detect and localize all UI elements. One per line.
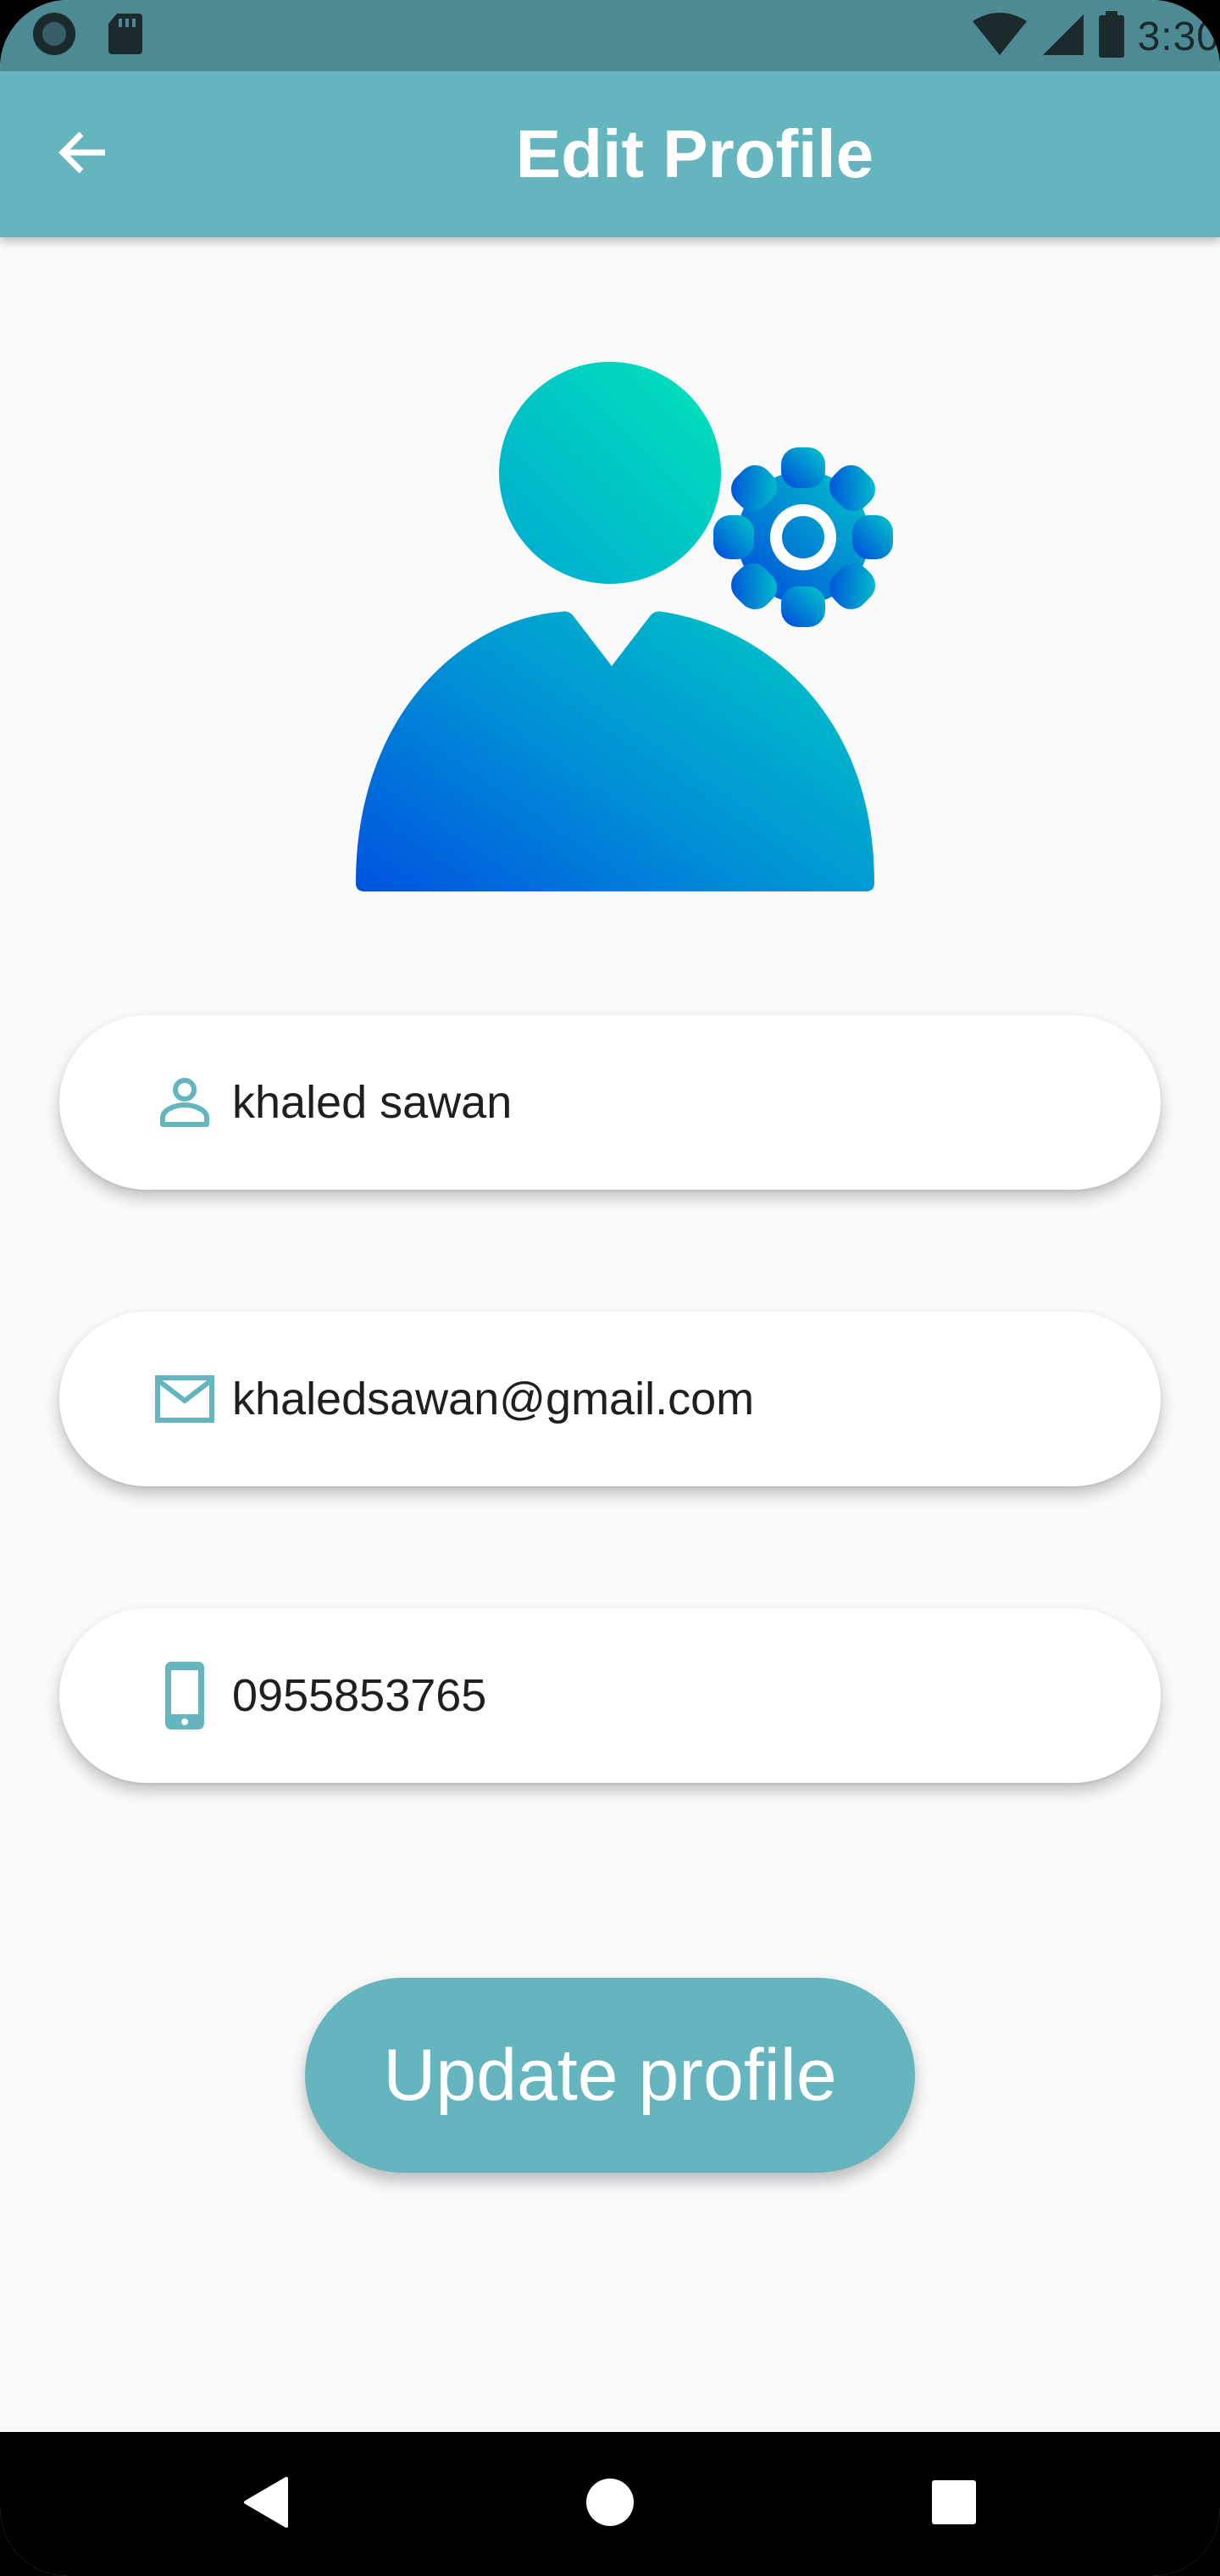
phone-icon xyxy=(151,1662,219,1729)
mail-icon xyxy=(151,1365,219,1433)
name-value: khaled sawan xyxy=(232,1077,513,1128)
phone-field[interactable]: 0955853765 xyxy=(59,1608,1161,1783)
update-profile-button[interactable]: Update profile xyxy=(305,1978,915,2173)
email-value: khaledsawan@gmail.com xyxy=(232,1374,755,1424)
email-field[interactable]: khaledsawan@gmail.com xyxy=(59,1312,1161,1486)
nav-recents-icon xyxy=(930,2479,978,2530)
nav-home-button[interactable] xyxy=(525,2432,695,2576)
status-bar-right: 3:30 xyxy=(972,7,1220,66)
nav-recents-button[interactable] xyxy=(869,2432,1039,2576)
sd-card-icon xyxy=(107,12,144,60)
user-settings-icon xyxy=(339,356,898,898)
status-time: 3:30 xyxy=(1137,14,1220,59)
person-icon xyxy=(151,1069,219,1136)
status-bar-left xyxy=(30,12,144,59)
recording-icon xyxy=(30,10,78,62)
signal-icon xyxy=(1040,13,1085,61)
app-screen: 3:30 Edit Profile khaled sawan khaledsaw… xyxy=(0,0,1220,2576)
app-bar: Edit Profile xyxy=(0,71,1220,237)
nav-back-button[interactable] xyxy=(181,2432,351,2576)
nav-back-icon xyxy=(241,2475,291,2534)
status-bar: 3:30 xyxy=(0,0,1220,71)
navigation-bar xyxy=(0,2432,1220,2576)
nav-home-icon xyxy=(585,2477,635,2532)
wifi-icon xyxy=(972,12,1028,61)
name-field[interactable]: khaled sawan xyxy=(59,1015,1161,1190)
page-title: Edit Profile xyxy=(515,116,874,192)
phone-value: 0955853765 xyxy=(232,1670,487,1721)
battery-icon xyxy=(1097,10,1126,63)
